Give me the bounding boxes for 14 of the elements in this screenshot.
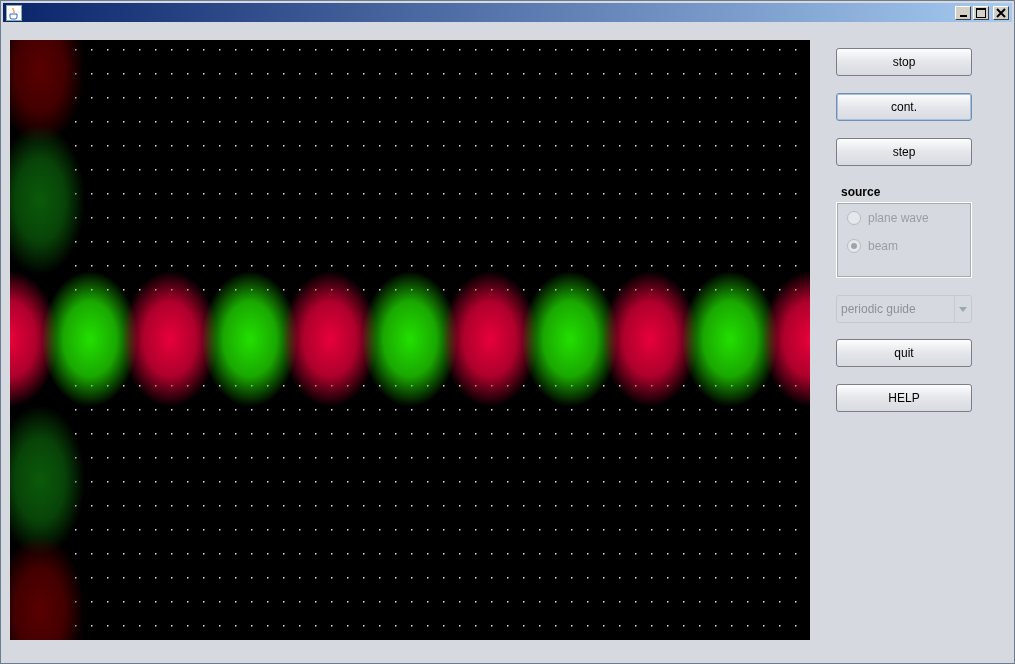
cup-icon (6, 4, 22, 21)
caret-icon (959, 306, 967, 312)
push-button[interactable]: step (836, 138, 972, 166)
push-button[interactable]: stop (836, 48, 972, 76)
close-button[interactable] (993, 5, 1009, 20)
minimize-icon (959, 14, 967, 17)
push-button[interactable]: quit (836, 339, 972, 367)
maximize-icon (976, 7, 986, 18)
maximize-button[interactable] (973, 5, 989, 20)
group-label: source (841, 185, 882, 199)
close-icon (996, 7, 1006, 18)
push-button[interactable]: cont. (836, 93, 972, 121)
minimize-button[interactable] (955, 5, 971, 20)
push-button[interactable]: HELP (836, 384, 972, 412)
